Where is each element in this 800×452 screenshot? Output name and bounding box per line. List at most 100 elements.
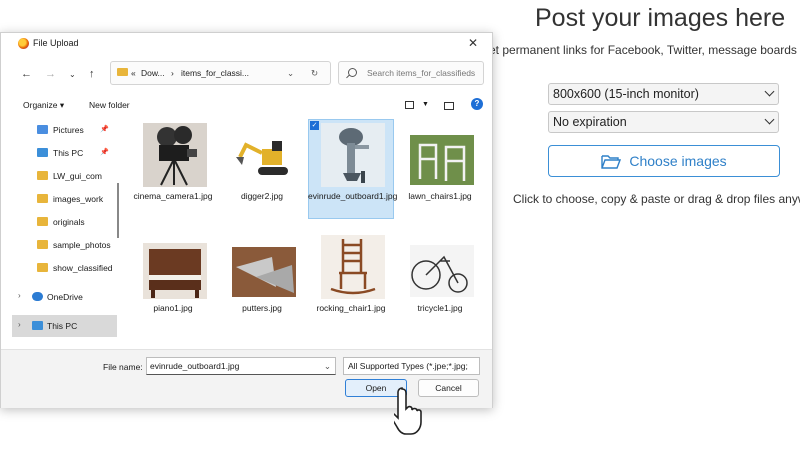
file-name: digger2.jpg <box>240 191 284 201</box>
file-item-rocking-chair[interactable]: rocking_chair1.jpg <box>308 231 394 339</box>
file-name: lawn_chairs1.jpg <box>408 191 472 201</box>
view-options-icon[interactable] <box>405 101 414 109</box>
rocking-chair-thumbnail <box>321 235 385 299</box>
search-icon <box>348 68 357 77</box>
sidebar-item-onedrive[interactable]: › OneDrive <box>12 286 117 308</box>
address-dropdown-icon[interactable]: ⌄ <box>287 68 294 79</box>
folder-icon <box>117 68 128 76</box>
refresh-icon[interactable]: ↻ <box>311 68 318 79</box>
address-bar[interactable]: « Dow... › items_for_classi... ⌄ ↻ <box>110 61 331 85</box>
sidebar-item-label: This PC <box>53 148 84 158</box>
putters-thumbnail <box>232 247 296 297</box>
dialog-title: File Upload <box>33 38 79 48</box>
expand-chevron-icon[interactable]: › <box>18 320 21 329</box>
file-name: evinrude_outboard1.jpg <box>308 191 398 201</box>
sidebar-item-label: images_work <box>53 194 104 204</box>
breadcrumb-downloads[interactable]: Dow... <box>141 68 165 78</box>
sidebar-item-lw-gui-com[interactable]: LW_gui_com <box>12 165 117 187</box>
file-name-input[interactable]: evinrude_outboard1.jpg ⌄ <box>146 357 336 375</box>
folder-icon <box>37 240 48 249</box>
up-arrow-icon[interactable]: ↑ <box>89 68 95 80</box>
folder-icon <box>37 194 48 203</box>
view-dropdown-icon[interactable]: ▼ <box>422 101 429 108</box>
file-type-value: All Supported Types (*.jpe;*.jpg; <box>348 361 468 371</box>
pictures-folder-icon <box>37 125 48 134</box>
dialog-titlebar[interactable]: File Upload ✕ <box>1 33 492 54</box>
chevron-down-icon <box>764 114 775 125</box>
organize-menu[interactable]: Organize ▾ <box>23 100 64 111</box>
choose-images-button[interactable]: Choose images <box>548 145 780 177</box>
help-icon[interactable]: ? <box>471 98 483 110</box>
preview-pane-icon[interactable] <box>444 102 454 110</box>
expand-chevron-icon[interactable]: › <box>18 291 21 300</box>
sidebar-item-label: Pictures <box>53 125 84 135</box>
navigation-pane: Pictures 📌 This PC 📌 LW_gui_com images_w… <box>12 119 117 339</box>
recent-locations-chevron-icon[interactable]: ⌄ <box>69 70 76 79</box>
file-upload-dialog: File Upload ✕ ← → ⌄ ↑ « Dow... › items_f… <box>0 32 493 408</box>
file-item-tricycle[interactable]: tricycle1.jpg <box>397 231 483 339</box>
firefox-icon <box>18 38 29 49</box>
file-item-cinema-camera[interactable]: cinema_camera1.jpg <box>130 119 216 227</box>
file-name-value: evinrude_outboard1.jpg <box>150 361 240 371</box>
sidebar-item-label: LW_gui_com <box>53 171 102 181</box>
sidebar-item-this-pc[interactable]: › This PC <box>12 315 117 337</box>
address-prefix: « <box>131 68 136 78</box>
breadcrumb-separator: › <box>171 68 174 78</box>
choose-images-label: Choose images <box>629 153 727 169</box>
pc-icon <box>32 321 43 330</box>
tricycle-thumbnail <box>410 245 474 297</box>
file-name: tricycle1.jpg <box>417 303 463 313</box>
sidebar-item-pictures[interactable]: Pictures 📌 <box>12 119 117 141</box>
hand-cursor-icon <box>394 387 422 435</box>
sidebar-item-label: OneDrive <box>47 292 83 302</box>
file-item-piano[interactable]: piano1.jpg <box>130 231 216 339</box>
sidebar-item-this-pc-pinned[interactable]: This PC 📌 <box>12 142 117 164</box>
digger-thumbnail <box>232 123 296 187</box>
sidebar-item-show-classified[interactable]: show_classified <box>12 257 117 279</box>
sidebar-item-label: sample_photos <box>53 240 111 250</box>
folder-icon <box>37 217 48 226</box>
chevron-down-icon[interactable]: ⌄ <box>324 361 331 372</box>
sidebar-item-images-work[interactable]: images_work <box>12 188 117 210</box>
file-item-digger[interactable]: digger2.jpg <box>219 119 305 227</box>
search-placeholder: Search items_for_classifieds <box>367 68 476 78</box>
piano-thumbnail <box>143 243 207 299</box>
outboard-motor-thumbnail <box>321 123 385 187</box>
forward-arrow-icon[interactable]: → <box>45 68 56 80</box>
resolution-select[interactable]: 800x600 (15-inch monitor) <box>548 83 779 105</box>
file-name: cinema_camera1.jpg <box>133 191 213 201</box>
file-item-putters[interactable]: putters.jpg <box>219 231 305 339</box>
file-item-lawn-chairs[interactable]: lawn_chairs1.jpg <box>397 119 483 227</box>
file-name: rocking_chair1.jpg <box>316 303 386 313</box>
file-name: putters.jpg <box>242 303 282 313</box>
sidebar-item-label: This PC <box>47 321 78 331</box>
chevron-down-icon <box>764 86 775 97</box>
navigation-bar: ← → ⌄ ↑ « Dow... › items_for_classi... ⌄… <box>1 59 492 91</box>
folder-icon <box>37 263 48 272</box>
file-name: piano1.jpg <box>153 303 193 313</box>
resolution-select-value: 800x600 (15-inch monitor) <box>553 87 699 101</box>
cloud-icon <box>32 292 43 301</box>
pin-icon: 📌 <box>100 126 109 133</box>
breadcrumb-current-folder[interactable]: items_for_classi... <box>181 68 249 78</box>
close-icon[interactable]: ✕ <box>468 36 478 50</box>
search-box[interactable]: Search items_for_classifieds <box>338 61 484 85</box>
sidebar-item-label: originals <box>53 217 85 227</box>
cinema-camera-thumbnail <box>143 123 207 187</box>
file-list: cinema_camera1.jpg digger2.jpg ✓ evinrud… <box>127 119 487 349</box>
expiration-select-value: No expiration <box>553 115 627 129</box>
lawn-chairs-thumbnail <box>410 135 474 185</box>
back-arrow-icon[interactable]: ← <box>21 68 32 80</box>
expiration-select[interactable]: No expiration <box>548 111 779 133</box>
new-folder-button[interactable]: New folder <box>89 100 130 110</box>
checkbox-checked-icon[interactable]: ✓ <box>310 121 319 130</box>
page-title: Post your images here <box>535 4 786 32</box>
pin-icon: 📌 <box>100 149 109 156</box>
sidebar-scrollbar[interactable] <box>117 183 119 238</box>
sidebar-item-originals[interactable]: originals <box>12 211 117 233</box>
file-type-select[interactable]: All Supported Types (*.jpe;*.jpg; <box>343 357 480 375</box>
file-item-evinrude-outboard[interactable]: ✓ evinrude_outboard1.jpg <box>308 119 398 227</box>
sidebar-item-sample-photos[interactable]: sample_photos <box>12 234 117 256</box>
page-subtitle: et permanent links for Facebook, Twitter… <box>489 43 800 57</box>
command-bar: Organize ▾ New folder ▼ ? <box>1 95 492 117</box>
